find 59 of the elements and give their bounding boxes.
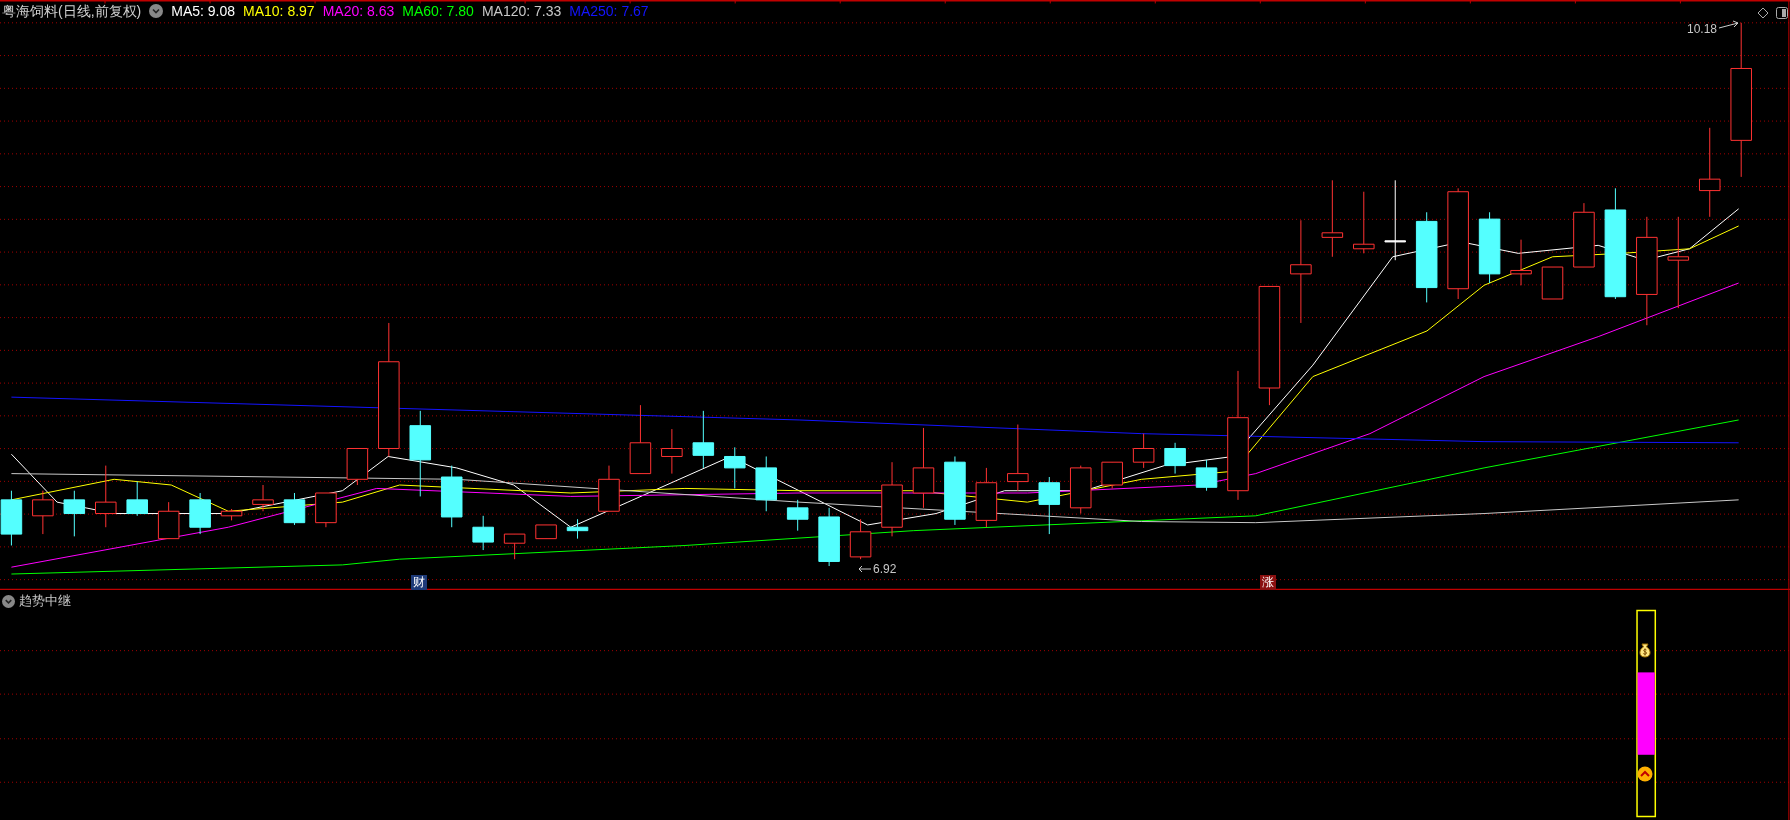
candlestick	[1038, 476, 1061, 535]
ma-value: MA10: 8.97	[243, 2, 315, 20]
panel-toggle-icon[interactable]	[1776, 7, 1788, 19]
candlestick	[598, 465, 620, 512]
price-label: 6.92	[873, 562, 897, 576]
money-bag-icon	[1637, 642, 1653, 658]
candlestick	[283, 492, 306, 526]
candlestick	[1069, 465, 1092, 515]
candlestick	[252, 484, 274, 512]
candlestick	[975, 467, 998, 528]
candlestick	[472, 515, 494, 551]
candlestick	[220, 508, 243, 521]
candlestick	[346, 448, 369, 486]
chart-title: 粤海饲料(日线,前复权)	[2, 2, 142, 20]
ma-value: MA120: 7.33	[481, 2, 562, 20]
candlestick	[661, 428, 683, 475]
candlestick	[1164, 442, 1186, 475]
candlestick	[1132, 433, 1155, 469]
candlestick	[1007, 424, 1029, 492]
ma-value: MA20: 8.63	[322, 2, 395, 20]
indicator-title: 趋势中继	[19, 593, 71, 609]
candlestick	[95, 465, 117, 528]
candlestick	[503, 533, 526, 560]
candlestick	[1101, 461, 1123, 489]
candlestick	[535, 524, 557, 540]
candlestick	[440, 465, 463, 528]
dropdown-icon[interactable]	[2, 594, 15, 608]
candlestick	[566, 518, 589, 540]
candlestick	[315, 492, 337, 528]
candlestick	[944, 456, 966, 526]
candlestick	[629, 404, 652, 475]
event-marker: 财	[411, 575, 427, 590]
ma-value: MA5: 9.08	[171, 2, 236, 20]
candlestick	[63, 490, 86, 537]
candlestick	[1195, 459, 1218, 492]
candlestick	[1510, 239, 1532, 286]
candlestick	[849, 518, 872, 560]
candlestick	[818, 507, 840, 567]
candlestick	[724, 446, 746, 489]
candlestick	[1353, 191, 1375, 254]
diamond-icon[interactable]	[1757, 7, 1769, 19]
candlestick	[1541, 266, 1564, 300]
price-label: 10.18	[1687, 22, 1718, 36]
event-marker: 涨	[1260, 575, 1276, 590]
candlestick	[1573, 202, 1595, 268]
candlestick	[0, 490, 23, 546]
ma-value: MA60: 7.80	[402, 2, 474, 20]
candlestick	[157, 501, 180, 540]
arrow-icon	[858, 565, 871, 573]
candlestick	[692, 410, 715, 469]
arrow-icon	[1719, 20, 1739, 30]
candlestick	[189, 492, 211, 535]
candlestick	[786, 499, 809, 532]
dropdown-icon[interactable]	[149, 4, 164, 18]
ma-value: MA250: 7.67	[569, 2, 649, 20]
up-chevron-icon	[1637, 766, 1653, 782]
candlestick	[126, 481, 148, 517]
candlestick	[32, 490, 54, 535]
candlestick	[755, 456, 777, 512]
